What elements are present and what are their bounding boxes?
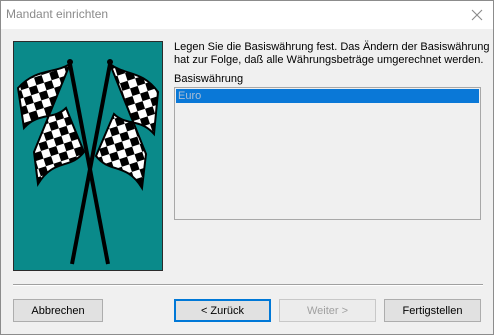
currency-listbox[interactable]: Euro	[174, 87, 481, 220]
wizard-illustration	[13, 41, 163, 271]
dialog-window: Mandant einrichten Legen Sie die Basiswä…	[0, 0, 494, 335]
checkered-flags-icon	[16, 59, 160, 265]
description-text: Legen Sie die Basiswährung fest. Das Änd…	[174, 41, 490, 67]
footer-separator	[13, 284, 483, 286]
cancel-button[interactable]: Abbrechen	[13, 299, 103, 322]
window-title: Mandant einrichten	[6, 7, 109, 21]
title-bar: Mandant einrichten	[1, 1, 493, 29]
description-line: Legen Sie die Basiswährung fest. Das Änd…	[174, 41, 490, 53]
back-button[interactable]: < Zurück	[174, 299, 271, 322]
next-button[interactable]: Weiter >	[279, 299, 376, 322]
description-line: hat zur Folge, daß alle Währungsbeträge …	[174, 54, 484, 66]
currency-list-label: Basiswährung	[174, 73, 244, 85]
list-item-euro[interactable]: Euro	[176, 89, 479, 103]
finish-button[interactable]: Fertigstellen	[384, 299, 481, 322]
close-icon[interactable]	[467, 5, 487, 25]
